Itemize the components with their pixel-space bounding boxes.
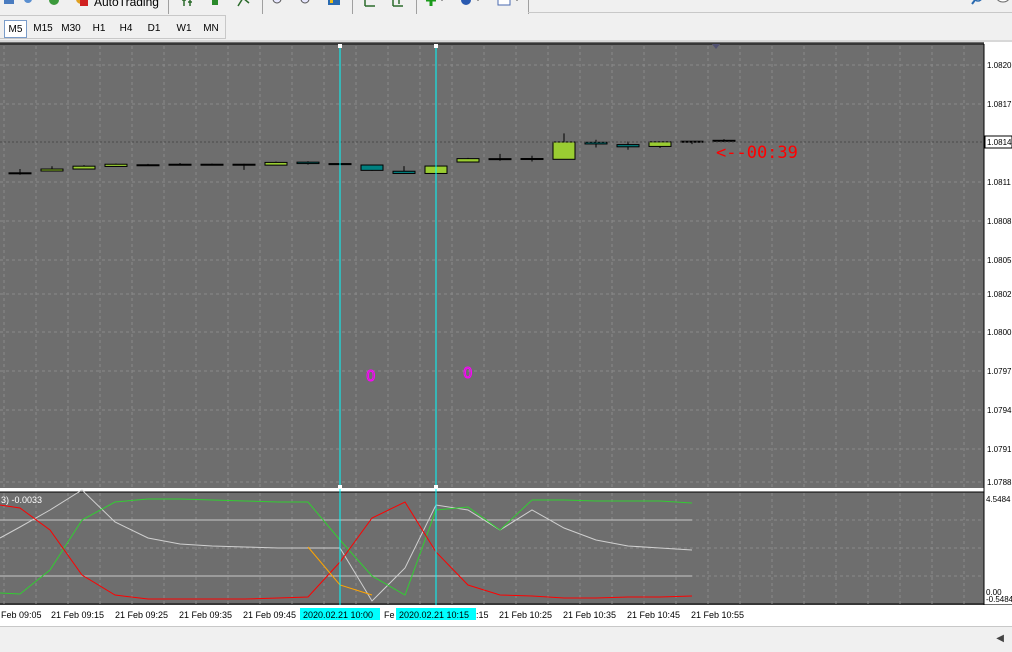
- price-tick-label: 1.0817: [987, 100, 1012, 109]
- line-handle[interactable]: [338, 485, 342, 489]
- chart-shift-icon[interactable]: [390, 0, 410, 12]
- timeframe-w1[interactable]: W1: [171, 20, 197, 38]
- price-tick-label: 1.0791: [987, 445, 1012, 454]
- chart-line-icon[interactable]: [236, 0, 256, 12]
- time-tick-label: :15: [476, 610, 489, 620]
- candle-body: [616, 144, 640, 148]
- time-tick-label: 21 Feb 09:45: [243, 610, 296, 620]
- indicator-axis-label: -0.5484: [986, 595, 1012, 604]
- time-tick-label: 21 Feb 09:35: [179, 610, 232, 620]
- candle-body: [232, 163, 256, 166]
- candle-body: [520, 158, 544, 161]
- subwindow-separator: [0, 488, 1012, 492]
- price-tick-label: 1.0808: [987, 217, 1012, 226]
- time-tick-label: 21 Feb 10:45: [627, 610, 680, 620]
- indicator-axis-label: 4.5484: [986, 495, 1011, 504]
- zoom-out-icon[interactable]: [298, 0, 318, 12]
- timeframe-group: M5 M15 M30 H1 H4 D1 W1 MN: [0, 15, 226, 39]
- candle-body: [488, 158, 512, 161]
- zoom-in-icon[interactable]: [270, 0, 290, 12]
- candle-body: [168, 163, 192, 166]
- toolbar: AutoTrading: [0, 0, 1012, 14]
- timeframe-mn[interactable]: MN: [199, 20, 223, 38]
- indicators-icon[interactable]: [424, 0, 444, 12]
- toolbar-separator: [168, 0, 169, 14]
- candle-body: [456, 158, 480, 163]
- candle-body: [584, 141, 608, 145]
- line-handle[interactable]: [338, 44, 342, 48]
- time-tick-label: 21 Feb 09:15: [51, 610, 104, 620]
- scroll-left-icon[interactable]: ◀: [996, 633, 1004, 644]
- time-highlight-label: 2020.02.21 10:15: [399, 610, 469, 620]
- toolbar-separator: [352, 0, 353, 14]
- chat-icon[interactable]: [994, 0, 1012, 12]
- candle-countdown: <--00:39: [716, 143, 798, 163]
- candle-body: [72, 165, 96, 170]
- time-tick-label: 21 Feb 10:25: [499, 610, 552, 620]
- autotrading-button-label[interactable]: AutoTrading: [94, 0, 159, 9]
- candle-body: [200, 163, 224, 166]
- globe-icon[interactable]: [46, 0, 66, 12]
- signal-marker: 0: [463, 364, 473, 382]
- tile-windows-icon[interactable]: [326, 0, 346, 12]
- timeframe-h1[interactable]: H1: [87, 20, 111, 38]
- timeframe-m15[interactable]: M15: [30, 20, 56, 38]
- auto-scroll-icon[interactable]: [362, 0, 382, 12]
- line-handle[interactable]: [434, 44, 438, 48]
- timeframe-toolbar: M5 M15 M30 H1 H4 D1 W1 MN: [0, 14, 1012, 40]
- price-tick-label: 1.0820: [987, 61, 1012, 70]
- time-tick-label: 21 Feb 09:25: [115, 610, 168, 620]
- line-handle[interactable]: [434, 485, 438, 489]
- signal-marker: 0: [366, 367, 376, 385]
- candle-body: [8, 172, 32, 175]
- templates-icon[interactable]: [496, 0, 518, 12]
- candle-body: [392, 170, 416, 174]
- chart-scrollbar[interactable]: ◀: [0, 626, 1012, 652]
- price-tick-label: 1.0800: [987, 328, 1012, 337]
- candle-body: [136, 164, 160, 167]
- navigator-icon[interactable]: [2, 0, 22, 12]
- toolbar-separator: [416, 0, 417, 14]
- user-icon[interactable]: [20, 0, 40, 12]
- toolbar-divider: [528, 12, 1012, 13]
- periods-icon[interactable]: [458, 0, 479, 12]
- time-tick-label: Feb 09:05: [1, 610, 42, 620]
- candle-body: [648, 141, 672, 147]
- price-tick-label: 1.0794: [987, 406, 1012, 415]
- price-tick-label: 1.0805: [987, 256, 1012, 265]
- timeframe-m30[interactable]: M30: [58, 20, 84, 38]
- toolbar-separator: [262, 0, 263, 14]
- price-axis-background[interactable]: [984, 42, 1012, 490]
- search-icon[interactable]: [970, 0, 990, 12]
- candle-body: [360, 164, 384, 171]
- current-price-label: 1.0814: [987, 138, 1012, 147]
- chart-candle-icon[interactable]: [208, 0, 228, 12]
- candle-body: [104, 163, 128, 167]
- time-tick-label: 21 Feb 10:55: [691, 610, 744, 620]
- time-highlight-label: 2020.02.21 10:00: [303, 610, 373, 620]
- price-tick-label: 1.0802: [987, 290, 1012, 299]
- autotrading-icon[interactable]: [72, 0, 92, 12]
- time-tick-label: Fe: [384, 610, 395, 620]
- candle-body: [712, 139, 736, 142]
- price-tick-label: 1.0811: [987, 178, 1011, 187]
- price-tick-label: 1.0788: [987, 478, 1012, 487]
- candle-body: [552, 141, 576, 160]
- chart-window[interactable]: <--00:39 0 0 1.0820 1.0817 1.0814 1.0811…: [0, 42, 1012, 626]
- chart-bar-icon[interactable]: [180, 0, 200, 12]
- timeframe-d1[interactable]: D1: [142, 20, 166, 38]
- candle-body: [264, 161, 288, 166]
- time-tick-label: 21 Feb 10:35: [563, 610, 616, 620]
- candle-body: [296, 161, 320, 165]
- timeframe-h4[interactable]: H4: [114, 20, 138, 38]
- candle-body: [40, 168, 64, 172]
- price-tick-label: 1.0797: [987, 367, 1012, 376]
- indicator-label: 3) -0.0033: [1, 495, 42, 505]
- timeframe-m5[interactable]: M5: [4, 20, 27, 38]
